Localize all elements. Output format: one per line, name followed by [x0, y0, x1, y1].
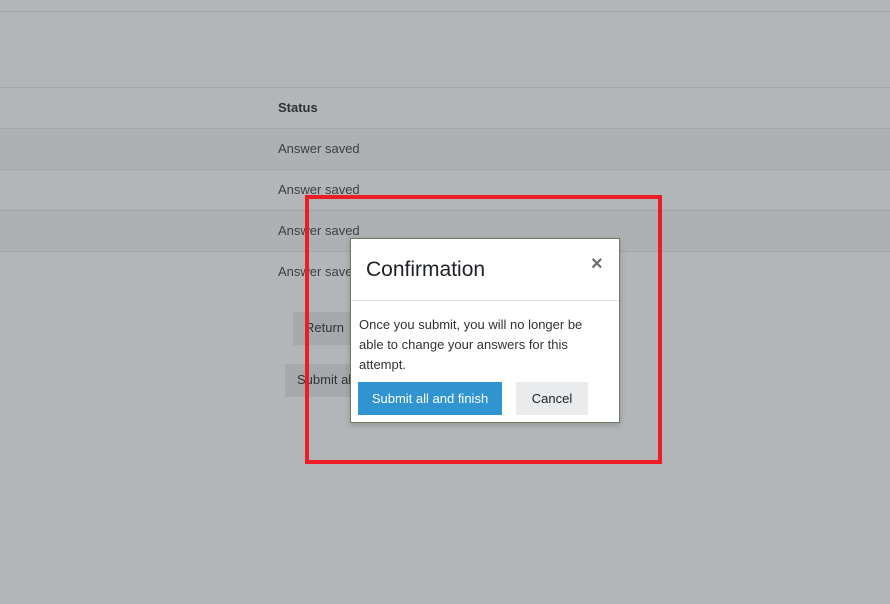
status-column-header: Status — [278, 100, 318, 115]
quiz-summary-page: Status Answer saved Answer saved Answer … — [0, 0, 890, 604]
divider — [0, 11, 890, 12]
table-row: Answer saved — [0, 128, 890, 169]
status-cell: Answer saved — [278, 141, 360, 156]
highlight-box — [305, 195, 662, 464]
table-header-row: Status — [0, 87, 890, 128]
